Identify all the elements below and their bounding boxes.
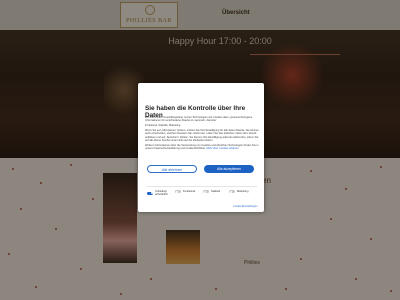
consent-paragraph: Funktional, Statistik, Marketing (145, 124, 181, 128)
toggle-switch[interactable] (203, 190, 209, 193)
consent-paragraph-text: Weitere Informationen über die Verwendun… (145, 143, 259, 151)
toggle-switch[interactable] (229, 190, 235, 193)
toggle-label: Statistik (211, 190, 221, 193)
divider (147, 186, 257, 187)
toggle-label: Funktional (183, 190, 195, 193)
toggle-necessary[interactable]: Unbedingt erforderlich (147, 190, 171, 196)
more-info-link[interactable]: Mehr über Cookies erfahren (206, 147, 238, 150)
reject-all-button[interactable]: Alle ablehnen (147, 165, 197, 173)
consent-text: Wir und unsere Geschäftspartner nutzen T… (145, 116, 259, 152)
toggle-functional[interactable]: Funktional (175, 190, 195, 193)
consent-paragraph: Weitere Informationen über die Verwendun… (145, 144, 259, 150)
consent-paragraph: Wir und unsere Geschäftspartner nutzen T… (145, 116, 253, 123)
toggle-label: Unbedingt erforderlich (155, 190, 168, 196)
toggle-label: Marketing (237, 190, 249, 193)
toggle-marketing[interactable]: Marketing (229, 190, 248, 193)
consent-paragraph: Wenn Sie auf „Akzeptieren“ klicken, erte… (145, 129, 259, 142)
accept-all-button[interactable]: Alle akzeptieren (204, 165, 254, 173)
toggle-statistics[interactable]: Statistik (203, 190, 220, 193)
consent-toggles: Unbedingt erforderlich Funktional Statis… (147, 190, 257, 202)
toggle-switch[interactable] (175, 190, 181, 193)
toggle-switch[interactable] (147, 191, 153, 195)
cookie-settings-link[interactable]: Cookie-Einstellungen (233, 205, 258, 208)
